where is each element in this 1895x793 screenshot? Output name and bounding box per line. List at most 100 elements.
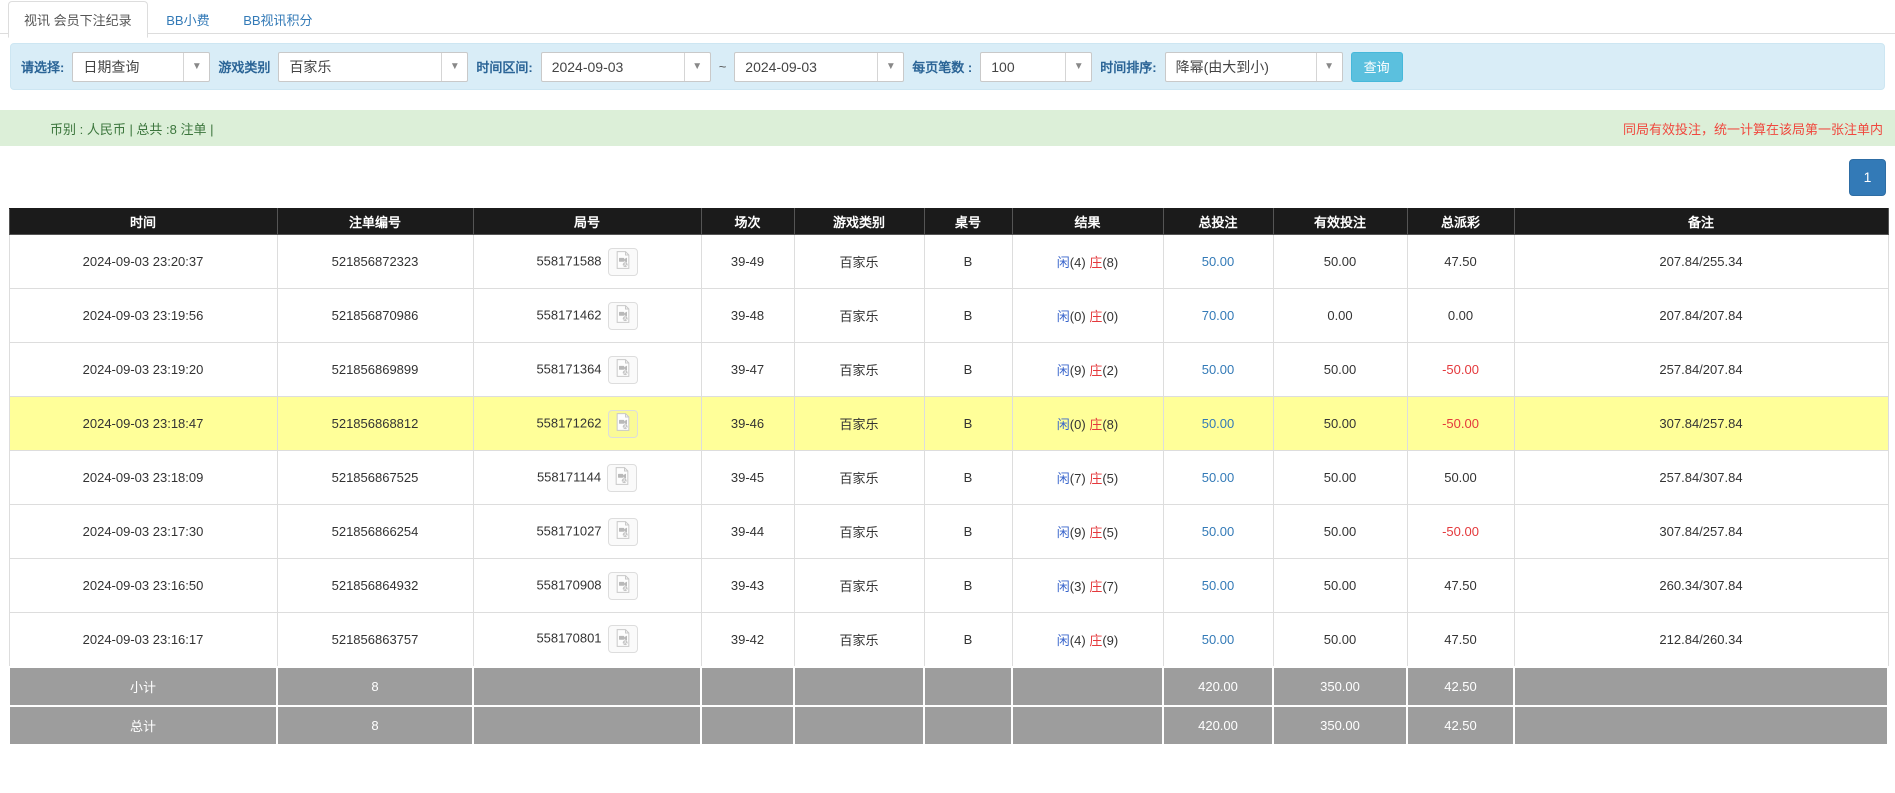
cell-payout: 50.00 [1407,451,1514,505]
total-bet-link[interactable]: 50.00 [1202,632,1235,647]
cell-note: 307.84/257.84 [1514,505,1888,559]
col-bet-id: 注单编号 [277,209,473,235]
table-row: 2024-09-03 23:16:17521856863757558170801… [9,613,1888,667]
date-from-select[interactable]: 2024-09-03 ▼ [541,52,711,82]
cell-game-type: 百家乐 [794,343,924,397]
video-replay-button[interactable] [608,572,638,600]
cell-total-bet: 50.00 [1163,613,1273,667]
cell-bet-id: 521856869899 [277,343,473,397]
cell-valid-bet: 50.00 [1273,613,1407,667]
time-sort-select[interactable]: 降幂(由大到小) ▼ [1165,52,1343,82]
cell-valid-bet: 50.00 [1273,559,1407,613]
video-file-icon [613,520,633,543]
result-player-label: 闲 [1057,525,1070,540]
result-player-label: 闲 [1057,471,1070,486]
chevron-down-icon: ▼ [441,53,467,81]
cell-game-type: 百家乐 [794,451,924,505]
result-player-label: 闲 [1057,579,1070,594]
video-replay-button[interactable] [608,410,638,438]
round-id-text: 558171588 [536,253,601,268]
video-replay-button[interactable] [608,302,638,330]
col-time: 时间 [9,209,277,235]
grand-total-count: 8 [277,706,473,745]
cell-time: 2024-09-03 23:16:50 [9,559,277,613]
result-player-value: (9) [1070,363,1086,378]
cell-bet-id: 521856870986 [277,289,473,343]
cell-valid-bet: 50.00 [1273,505,1407,559]
cell-game-type: 百家乐 [794,397,924,451]
tab-bb-video-points[interactable]: BB视讯积分 [228,2,327,37]
tab-bb-tip[interactable]: BB小费 [151,2,224,37]
video-file-icon [612,466,632,489]
chevron-down-icon: ▼ [877,53,903,81]
result-player-value: (3) [1070,579,1086,594]
cell-payout: 0.00 [1407,289,1514,343]
total-bet-link[interactable]: 50.00 [1202,416,1235,431]
cell-game-type: 百家乐 [794,289,924,343]
cell-bet-id: 521856866254 [277,505,473,559]
currency-total-text: 币别 : 人民币 | 总共 :8 注单 | [50,119,214,138]
result-banker-label: 庄 [1089,471,1102,486]
video-replay-button[interactable] [608,248,638,276]
table-row: 2024-09-03 23:19:56521856870986558171462… [9,289,1888,343]
cell-round-id: 558171588 [473,235,701,289]
result-player-label: 闲 [1057,417,1070,432]
round-id-text: 558171144 [537,469,601,484]
cell-total-bet: 70.00 [1163,289,1273,343]
result-player-value: (0) [1070,417,1086,432]
subtotal-row: 小计 8 420.00 350.00 42.50 [9,667,1888,706]
col-total-bet: 总投注 [1163,209,1273,235]
cell-note: 307.84/257.84 [1514,397,1888,451]
round-id-text: 558170801 [536,631,601,646]
subtotal-label: 小计 [9,667,277,706]
cell-result: 闲(9) 庄(2) [1012,343,1163,397]
filter-bar: 请选择: 日期查询 ▼ 游戏类别 百家乐 ▼ 时间区间: 2024-09-03 … [10,43,1885,90]
video-replay-button[interactable] [607,464,637,492]
video-replay-button[interactable] [608,518,638,546]
video-replay-button[interactable] [608,625,638,653]
grand-total-total-bet: 420.00 [1163,706,1273,745]
result-banker-value: (9) [1102,633,1118,648]
total-bet-link[interactable]: 50.00 [1202,470,1235,485]
cell-game-type: 百家乐 [794,235,924,289]
result-player-label: 闲 [1057,633,1070,648]
time-sort-label: 时间排序: [1100,57,1156,76]
date-to-select[interactable]: 2024-09-03 ▼ [734,52,904,82]
round-id-text: 558171364 [536,361,601,376]
col-valid-bet: 有效投注 [1273,209,1407,235]
cell-table-no: B [924,505,1012,559]
video-replay-button[interactable] [608,356,638,384]
query-type-select[interactable]: 日期查询 ▼ [72,52,210,82]
cell-round-id: 558171027 [473,505,701,559]
col-note: 备注 [1514,209,1888,235]
cell-result: 闲(3) 庄(7) [1012,559,1163,613]
game-type-label: 游戏类别 [218,57,270,76]
per-page-select[interactable]: 100 ▼ [980,52,1092,82]
cell-time: 2024-09-03 23:16:17 [9,613,277,667]
result-player-value: (0) [1070,309,1086,324]
table-row: 2024-09-03 23:18:47521856868812558171262… [9,397,1888,451]
cell-time: 2024-09-03 23:17:30 [9,505,277,559]
bet-records-table: 时间 注单编号 局号 场次 游戏类别 桌号 结果 总投注 有效投注 总派彩 备注… [8,208,1889,746]
grand-total-label: 总计 [9,706,277,745]
col-game-type: 游戏类别 [794,209,924,235]
result-player-value: (4) [1070,633,1086,648]
search-button[interactable]: 查询 [1351,52,1403,82]
cell-payout: 47.50 [1407,559,1514,613]
total-bet-link[interactable]: 50.00 [1202,524,1235,539]
cell-total-bet: 50.00 [1163,397,1273,451]
chevron-down-icon: ▼ [684,53,710,81]
game-type-select[interactable]: 百家乐 ▼ [278,52,468,82]
cell-payout: 47.50 [1407,613,1514,667]
query-type-value: 日期查询 [73,57,183,77]
page-1-button[interactable]: 1 [1849,159,1886,196]
tab-video-bet-records[interactable]: 视讯 会员下注纪录 [8,1,148,38]
total-bet-link[interactable]: 50.00 [1202,578,1235,593]
cell-session: 39-47 [701,343,794,397]
cell-payout: -50.00 [1407,505,1514,559]
cell-note: 212.84/260.34 [1514,613,1888,667]
total-bet-link[interactable]: 50.00 [1202,254,1235,269]
total-bet-link[interactable]: 50.00 [1202,362,1235,377]
result-player-label: 闲 [1057,309,1070,324]
total-bet-link[interactable]: 70.00 [1202,308,1235,323]
